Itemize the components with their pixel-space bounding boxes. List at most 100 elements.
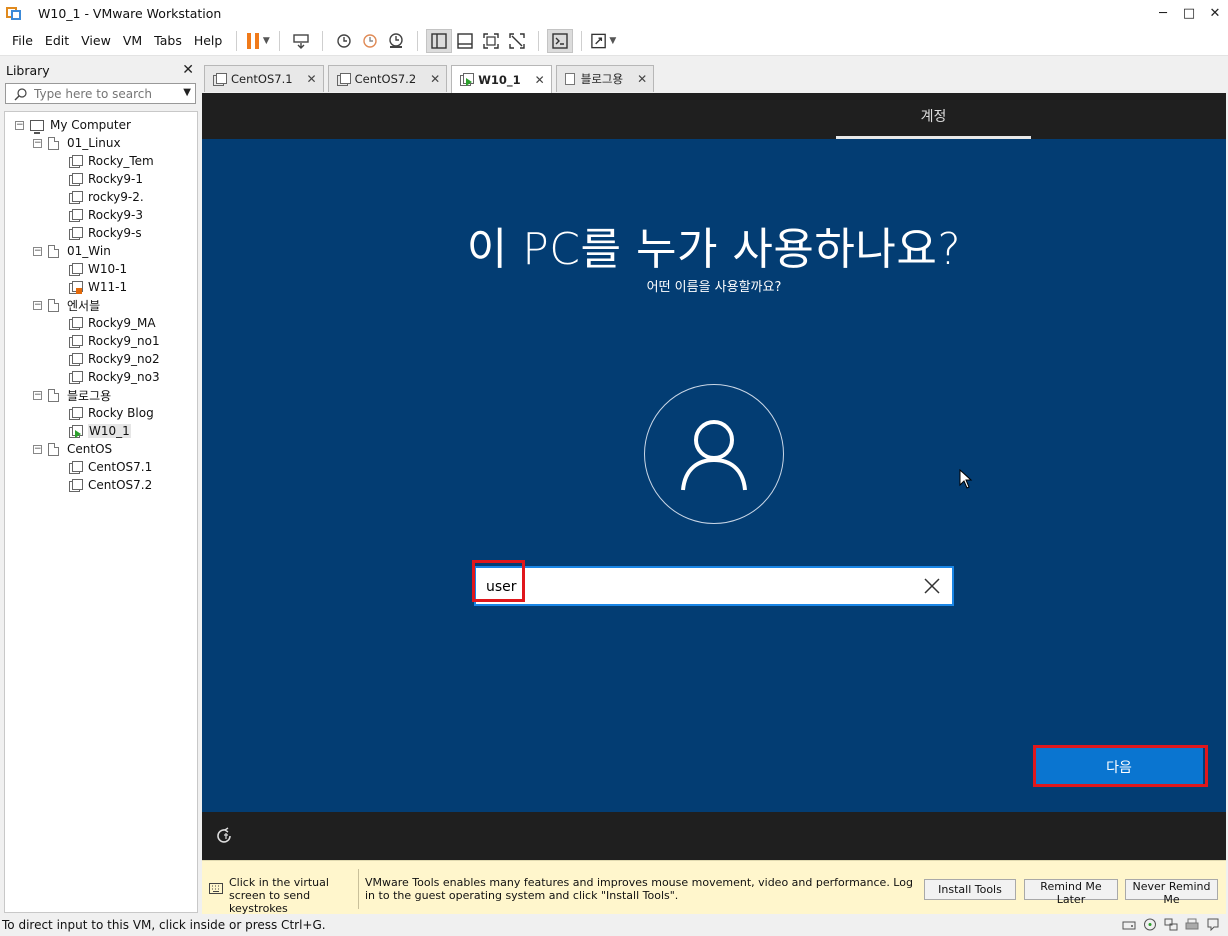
vm-icon (213, 72, 227, 86)
maximize-button[interactable]: □ (1176, 0, 1202, 26)
tree-label: Rocky9-1 (88, 172, 143, 186)
collapse-toggle-icon[interactable]: − (15, 120, 24, 130)
folder-icon (564, 73, 575, 85)
close-icon[interactable]: ✕ (637, 72, 647, 86)
tree-folder-01-linux[interactable]: − 01_Linux (5, 134, 197, 152)
snapshot-button[interactable] (331, 29, 357, 53)
close-window-button[interactable]: ✕ (1202, 0, 1228, 26)
tree-label: 01_Linux (67, 136, 121, 150)
library-tree: − My Computer − 01_Linux Rocky_Tem Rocky… (4, 111, 198, 913)
tree-vm-item[interactable]: Rocky9-s (5, 224, 197, 242)
tree-vm-item[interactable]: CentOS7.2 (5, 476, 197, 494)
console-view-button[interactable] (547, 28, 574, 53)
full-screen-button[interactable] (478, 29, 504, 53)
vmware-logo-icon (6, 5, 22, 21)
collapse-toggle-icon[interactable]: − (33, 300, 42, 310)
minimize-button[interactable]: ─ (1150, 0, 1176, 26)
printer-icon[interactable] (1185, 918, 1199, 931)
hard-disk-icon[interactable] (1122, 918, 1136, 931)
tree-folder-01-win[interactable]: − 01_Win (5, 242, 197, 260)
username-input[interactable] (486, 576, 906, 598)
collapse-toggle-icon[interactable]: − (33, 246, 42, 256)
chevron-down-icon[interactable]: ▼ (183, 87, 191, 98)
tree-vm-item[interactable]: rocky9-2. (5, 188, 197, 206)
tree-node-my-computer[interactable]: − My Computer (5, 116, 197, 134)
vmware-tools-bar: Click in the virtual screen to send keys… (202, 860, 1226, 915)
tree-vm-item[interactable]: Rocky9-3 (5, 206, 197, 224)
toolbar-divider (236, 30, 238, 51)
revert-snapshot-button[interactable] (357, 29, 383, 53)
tab-label: 블로그용 (580, 72, 624, 86)
step-indicator (836, 136, 1031, 139)
menu-file[interactable]: File (6, 33, 39, 48)
tree-vm-item-selected[interactable]: W10_1 (5, 422, 197, 440)
clear-icon[interactable] (922, 576, 942, 596)
username-field[interactable] (474, 566, 954, 606)
install-tools-button[interactable]: Install Tools (924, 879, 1016, 900)
close-icon[interactable]: ✕ (535, 73, 545, 87)
avatar (644, 384, 784, 524)
show-library-button[interactable] (426, 28, 453, 53)
send-keys-icon (293, 33, 310, 49)
stretch-guest-button[interactable]: ▼ (590, 29, 616, 53)
highlight-box (472, 560, 525, 602)
menu-edit[interactable]: Edit (39, 33, 75, 48)
thumbnail-bar-button[interactable] (452, 29, 478, 53)
tree-vm-item[interactable]: Rocky9_MA (5, 314, 197, 332)
remind-later-button[interactable]: Remind Me Later (1024, 879, 1118, 906)
pause-button[interactable]: ▼ (245, 29, 271, 53)
library-close-button[interactable]: ✕ (182, 62, 194, 78)
tree-vm-item[interactable]: Rocky9_no3 (5, 368, 197, 386)
page-subtitle: 어떤 이름을 사용할까요? (646, 280, 782, 295)
tree-folder-centos[interactable]: − CentOS (5, 440, 197, 458)
tab-centos7-1[interactable]: CentOS7.1 ✕ (204, 65, 324, 92)
tab-blog[interactable]: 블로그용 ✕ (555, 65, 655, 92)
collapse-toggle-icon[interactable]: − (33, 444, 42, 454)
never-remind-button[interactable]: Never Remind Me (1125, 879, 1218, 906)
computer-icon (30, 119, 44, 134)
vm-console[interactable]: 계정 이 PC를 누가 사용하나요? 어떤 이름을 사용할까요? 다음 (202, 93, 1226, 860)
snapshot-manager-button[interactable] (383, 29, 409, 53)
tree-label: 블로그용 (67, 388, 112, 403)
tree-vm-item[interactable]: W10-1 (5, 260, 197, 278)
unity-button[interactable] (504, 29, 530, 53)
library-search-input[interactable] (34, 86, 174, 101)
tree-folder-ansible[interactable]: − 엔서블 (5, 296, 197, 314)
unity-icon (509, 32, 526, 49)
folder-icon (48, 298, 59, 312)
tab-w10-1[interactable]: W10_1 ✕ (451, 65, 552, 93)
tree-label: 엔서블 (67, 298, 101, 313)
tree-label: 01_Win (67, 244, 111, 258)
send-ctrl-alt-del-button[interactable] (288, 29, 314, 53)
tree-vm-item[interactable]: CentOS7.1 (5, 458, 197, 476)
close-icon[interactable]: ✕ (430, 72, 440, 86)
menu-tabs[interactable]: Tabs (148, 33, 188, 48)
page-title: 이 PC를 누가 사용하나요? (466, 224, 962, 275)
tab-centos7-2[interactable]: CentOS7.2 ✕ (327, 65, 448, 92)
close-icon[interactable]: ✕ (307, 72, 317, 86)
vm-icon (69, 226, 83, 240)
tree-vm-item[interactable]: Rocky9-1 (5, 170, 197, 188)
menu-view[interactable]: View (75, 33, 117, 48)
network-icon[interactable] (1164, 918, 1178, 931)
vm-icon (69, 406, 83, 420)
collapse-toggle-icon[interactable]: − (33, 390, 42, 400)
tree-vm-item[interactable]: W11-1 (5, 278, 197, 296)
thumbnail-bar-icon (457, 32, 474, 49)
console-icon (552, 32, 569, 49)
message-icon[interactable] (1206, 918, 1220, 932)
tree-label: rocky9-2. (88, 190, 144, 204)
tree-vm-item[interactable]: Rocky Blog (5, 404, 197, 422)
tree-folder-blog[interactable]: − 블로그용 (5, 386, 197, 404)
vm-icon (69, 316, 83, 330)
tab-label: W10_1 (478, 72, 521, 87)
cd-dvd-icon[interactable] (1143, 918, 1157, 931)
collapse-toggle-icon[interactable]: − (33, 138, 42, 148)
accessibility-icon[interactable] (216, 827, 234, 845)
library-search[interactable]: ▼ (5, 83, 196, 104)
tree-vm-item[interactable]: Rocky_Tem (5, 152, 197, 170)
menu-vm[interactable]: VM (117, 33, 148, 48)
tree-vm-item[interactable]: Rocky9_no2 (5, 350, 197, 368)
tree-vm-item[interactable]: Rocky9_no1 (5, 332, 197, 350)
menu-help[interactable]: Help (188, 33, 229, 48)
